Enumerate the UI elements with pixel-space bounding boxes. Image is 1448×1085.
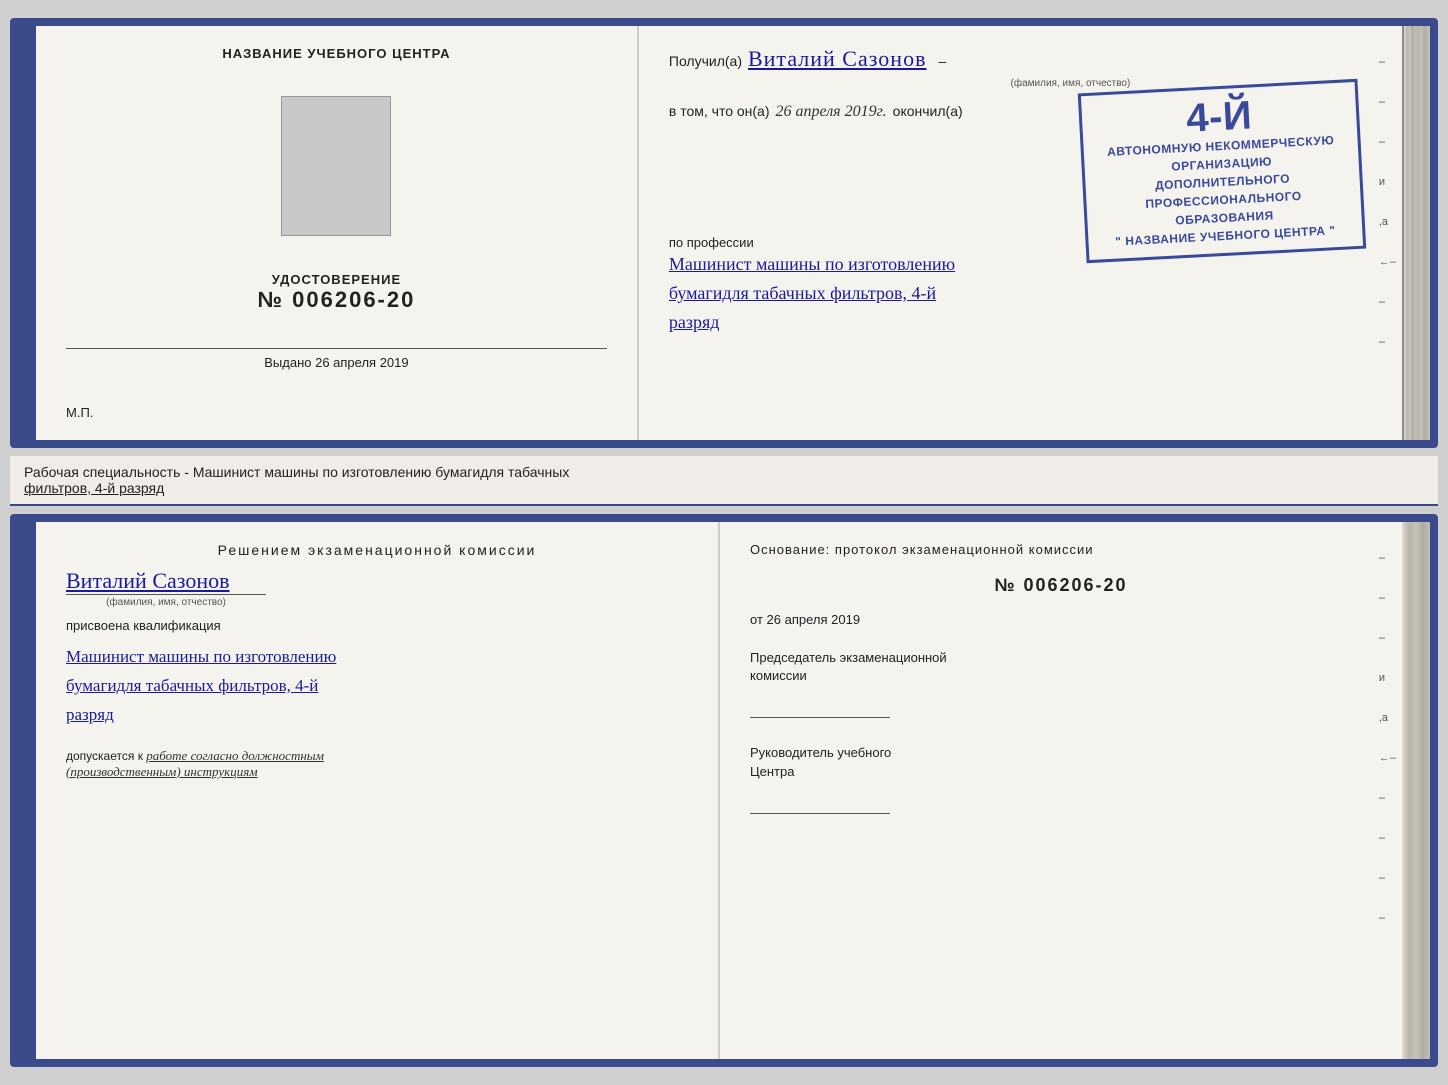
allowed-prefix: допускается к (66, 749, 143, 763)
doc-spine-bottom (18, 522, 36, 1059)
stamp-block: 4-й АВТОНОМНУЮ НЕКОММЕРЧЕСКУЮ ОРГАНИЗАЦИ… (1082, 86, 1362, 206)
stamp-rect: 4-й АВТОНОМНУЮ НЕКОММЕРЧЕСКУЮ ОРГАНИЗАЦИ… (1078, 79, 1367, 263)
basis-date: от 26 апреля 2019 (750, 612, 1372, 627)
cert-label: УДОСТОВЕРЕНИЕ (258, 272, 416, 287)
doc-right-edge-top (1402, 26, 1430, 440)
chairman-label: Председатель экзаменационной комиссии (750, 649, 1372, 685)
middle-text-line1: Рабочая специальность - Машинист машины … (24, 464, 569, 480)
qual-text1: Машинист машины по изготовлению (66, 643, 688, 672)
cert-number: № 006206-20 (258, 287, 416, 313)
allowed-text: работе согласно должностным (146, 748, 324, 763)
doc-right-edge-bottom (1402, 522, 1430, 1059)
date-value: 26 апреля 2019 (767, 612, 861, 627)
top-document: НАЗВАНИЕ УЧЕБНОГО ЦЕНТРА УДОСТОВЕРЕНИЕ №… (10, 18, 1438, 448)
right-side-marks: – – – и ,а ←– – – (1379, 56, 1396, 348)
basis-label: Основание: протокол экзаменационной коми… (750, 542, 1372, 557)
received-prefix: Получил(а) (669, 53, 742, 69)
mp-line: М.П. (66, 405, 93, 420)
qual-text3: разряд (66, 701, 688, 730)
person-name: Виталий Сазонов (66, 568, 229, 594)
recipient-line: Получил(а) Виталий Сазонов – (669, 46, 1372, 72)
bottom-left-panel: Решением экзаменационной комиссии Витали… (36, 522, 720, 1059)
training-center-title: НАЗВАНИЕ УЧЕБНОГО ЦЕНТРА (222, 46, 450, 61)
cert-photo (281, 96, 391, 236)
chairman-signature-line (750, 717, 890, 718)
commission-title: Решением экзаменационной комиссии (66, 542, 688, 558)
doc-right-panel: Получил(а) Виталий Сазонов – (фамилия, и… (639, 26, 1402, 440)
protocol-number: № 006206-20 (750, 575, 1372, 596)
director-signature-line (750, 813, 890, 814)
director-text: Руководитель учебного (750, 745, 891, 760)
profession-text3: разряд (669, 308, 1372, 337)
doc-left-panel: НАЗВАНИЕ УЧЕБНОГО ЦЕНТРА УДОСТОВЕРЕНИЕ №… (36, 26, 639, 440)
page: НАЗВАНИЕ УЧЕБНОГО ЦЕНТРА УДОСТОВЕРЕНИЕ №… (0, 0, 1448, 1085)
bottom-document: Решением экзаменационной комиссии Витали… (10, 514, 1438, 1067)
chairman-text: Председатель экзаменационной (750, 650, 947, 665)
profession-text1: Машинист машины по изготовлению (669, 250, 1372, 279)
commission-word: комиссии (750, 668, 807, 683)
assigned-label: присвоена квалификация (66, 618, 688, 633)
fio-label-bottom: (фамилия, имя, отчество) (66, 594, 266, 608)
center-word: Центра (750, 764, 794, 779)
middle-text-strip: Рабочая специальность - Машинист машины … (10, 456, 1438, 506)
in-that-prefix: в том, что он(а) (669, 103, 770, 119)
recipient-name: Виталий Сазонов (748, 46, 926, 72)
cert-number-block: УДОСТОВЕРЕНИЕ № 006206-20 (258, 272, 416, 313)
issued-line: Выдано 26 апреля 2019 (66, 348, 607, 370)
doc-spine-top (18, 26, 36, 440)
bottom-right-marks: – – – и ,а ←– – – – – (1379, 552, 1396, 924)
allowed-label: допускается к работе согласно должностны… (66, 748, 688, 780)
allowed-text2: (производственным) инструкциям (66, 764, 258, 779)
date-handwritten: 26 апреля 2019г. (776, 103, 887, 121)
qual-text2: бумагидля табачных фильтров, 4-й (66, 672, 688, 701)
date-prefix: от (750, 612, 763, 627)
person-name-block: Виталий Сазонов (фамилия, имя, отчество) (66, 568, 688, 608)
qualification-block: Машинист машины по изготовлению бумагидл… (66, 643, 688, 730)
bottom-right-panel: Основание: протокол экзаменационной коми… (720, 522, 1402, 1059)
middle-text-line2: фильтров, 4-й разряд (24, 480, 164, 496)
profession-text2: бумагидля табачных фильтров, 4-й (669, 279, 1372, 308)
director-label: Руководитель учебного Центра (750, 744, 1372, 780)
finished-text: окончил(а) (893, 103, 963, 119)
